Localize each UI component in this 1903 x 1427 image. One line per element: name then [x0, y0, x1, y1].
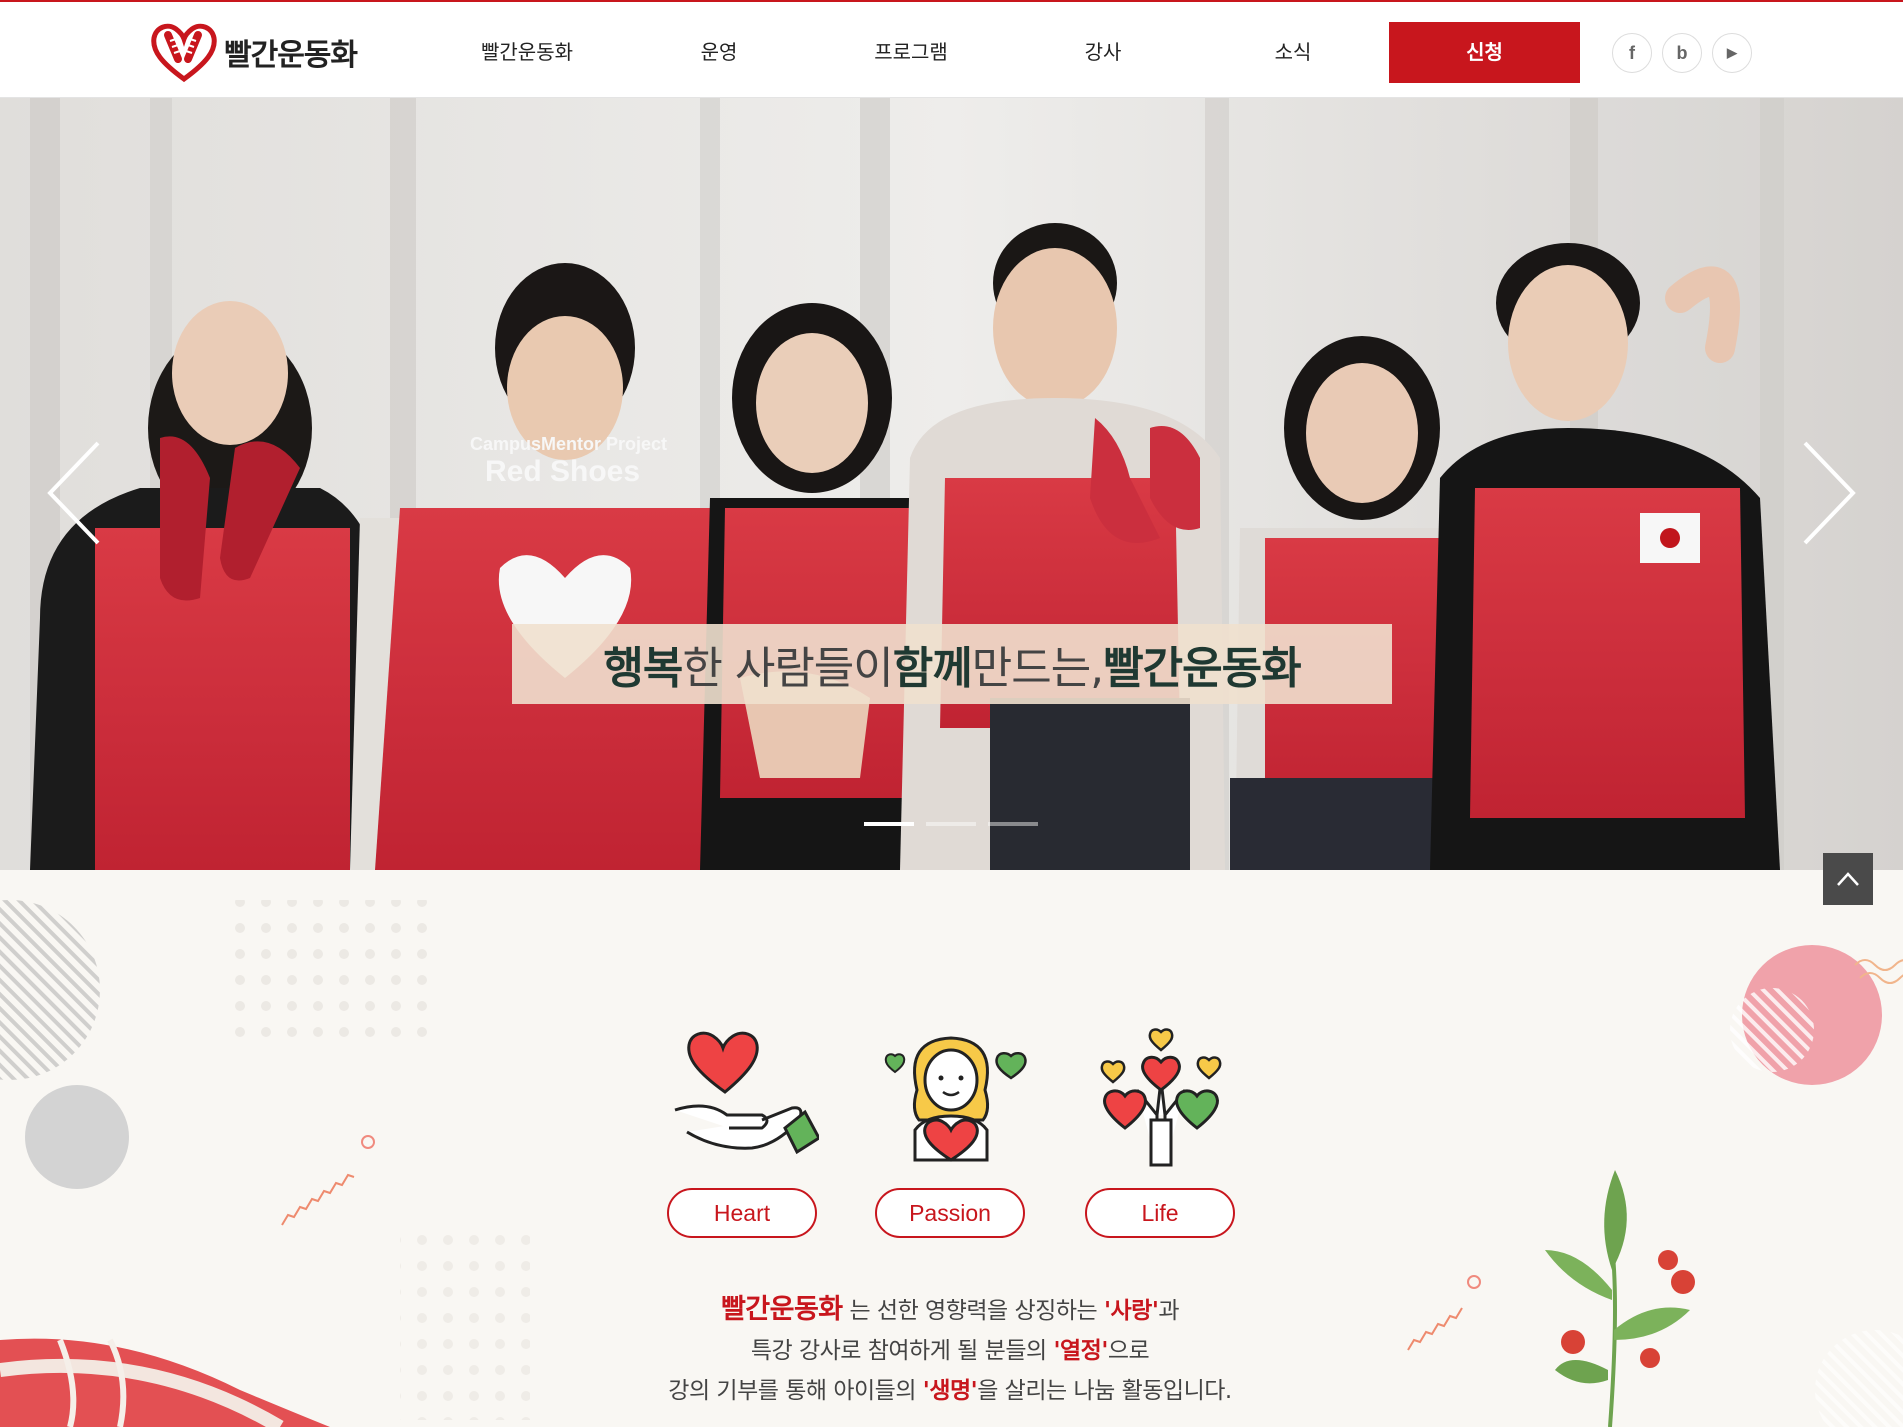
- caption-word-4: 만드는,: [971, 643, 1104, 694]
- description-highlight: '열정': [1053, 1338, 1108, 1364]
- blog-icon[interactable]: b: [1662, 33, 1702, 73]
- description-text: 는 선한 영향력을 상징하는: [842, 1298, 1104, 1324]
- hero-slider: CampusMentor Project Red Shoes 행복 한 사람들이…: [0, 98, 1903, 870]
- value-passion: Passion: [875, 1020, 1027, 1238]
- description-line-1: 빨간운동화 는 선한 영향력을 상징하는 '사랑'과: [560, 1290, 1340, 1331]
- hero-caption: 행복 한 사람들이 함께 만드는, 빨간운동화: [512, 624, 1392, 704]
- slider-dot-2[interactable]: [926, 822, 976, 826]
- description-text: 으로: [1107, 1338, 1150, 1364]
- description-line-3: 강의 기부를 통해 아이들의 '생명'을 살리는 나눔 활동입니다.: [560, 1371, 1340, 1411]
- value-pill-heart[interactable]: Heart: [667, 1188, 817, 1238]
- site-header: 빨간운동화 빨간운동화 운영 프로그램 강사 소식 신청 f b ▶: [0, 0, 1903, 98]
- chevron-right-icon[interactable]: [1795, 438, 1865, 548]
- caption-word-3: 함께: [892, 643, 973, 694]
- mission-description: 빨간운동화 는 선한 영향력을 상징하는 '사랑'과 특강 강사로 참여하게 될…: [560, 1290, 1340, 1411]
- girl-heart-icon: [884, 1036, 1027, 1162]
- caption-word-1: 행복: [603, 643, 683, 694]
- description-text: 특강 강사로 참여하게 될 분들의: [750, 1338, 1054, 1364]
- scroll-top-button[interactable]: [1823, 853, 1873, 905]
- description-line-2: 특강 강사로 참여하게 될 분들의 '열정'으로: [560, 1331, 1340, 1371]
- description-brand: 빨간운동화: [720, 1294, 843, 1325]
- slider-dot-1[interactable]: [864, 822, 914, 826]
- nav-item-program[interactable]: 프로그램: [816, 22, 1006, 82]
- values-section: Heart Passion Life 빨간운동화 는 선한 영향력을 상징하는 …: [0, 870, 1903, 1427]
- site-logo[interactable]: 빨간운동화: [150, 20, 358, 84]
- facebook-icon[interactable]: f: [1612, 33, 1652, 73]
- slider-dot-3[interactable]: [988, 822, 1038, 826]
- nav-apply-button[interactable]: 신청: [1389, 22, 1580, 83]
- arrow-up-icon: [1837, 872, 1859, 886]
- caption-word-5: 빨간운동화: [1103, 643, 1301, 694]
- description-highlight: '생명': [922, 1378, 978, 1404]
- description-highlight: '사랑': [1103, 1298, 1159, 1324]
- logo-text: 빨간운동화: [224, 38, 358, 73]
- slider-pagination: [864, 822, 1038, 826]
- caption-word-2: 한 사람들이: [682, 643, 893, 694]
- description-text: 강의 기부를 통해 아이들의: [668, 1378, 923, 1404]
- youtube-icon[interactable]: ▶: [1712, 33, 1752, 73]
- hero-photo: CampusMentor Project Red Shoes: [0, 98, 1903, 870]
- heart-hand-icon: [674, 1031, 821, 1155]
- value-life: Life: [1085, 1020, 1237, 1238]
- description-text: 과: [1158, 1298, 1180, 1324]
- heart-sneaker-logo-icon: [151, 23, 217, 83]
- value-heart: Heart: [667, 1020, 821, 1238]
- value-pill-passion[interactable]: Passion: [875, 1188, 1025, 1238]
- chevron-left-icon[interactable]: [38, 438, 108, 548]
- nav-item-about[interactable]: 빨간운동화: [432, 22, 622, 82]
- description-text: 을 살리는 나눔 활동입니다.: [977, 1378, 1232, 1404]
- value-pill-life[interactable]: Life: [1085, 1188, 1235, 1238]
- nav-item-operation[interactable]: 운영: [624, 22, 814, 82]
- nav-item-lecturer[interactable]: 강사: [1008, 22, 1198, 82]
- nav-item-news[interactable]: 소식: [1198, 22, 1388, 82]
- heart-tree-icon: [1100, 1028, 1222, 1167]
